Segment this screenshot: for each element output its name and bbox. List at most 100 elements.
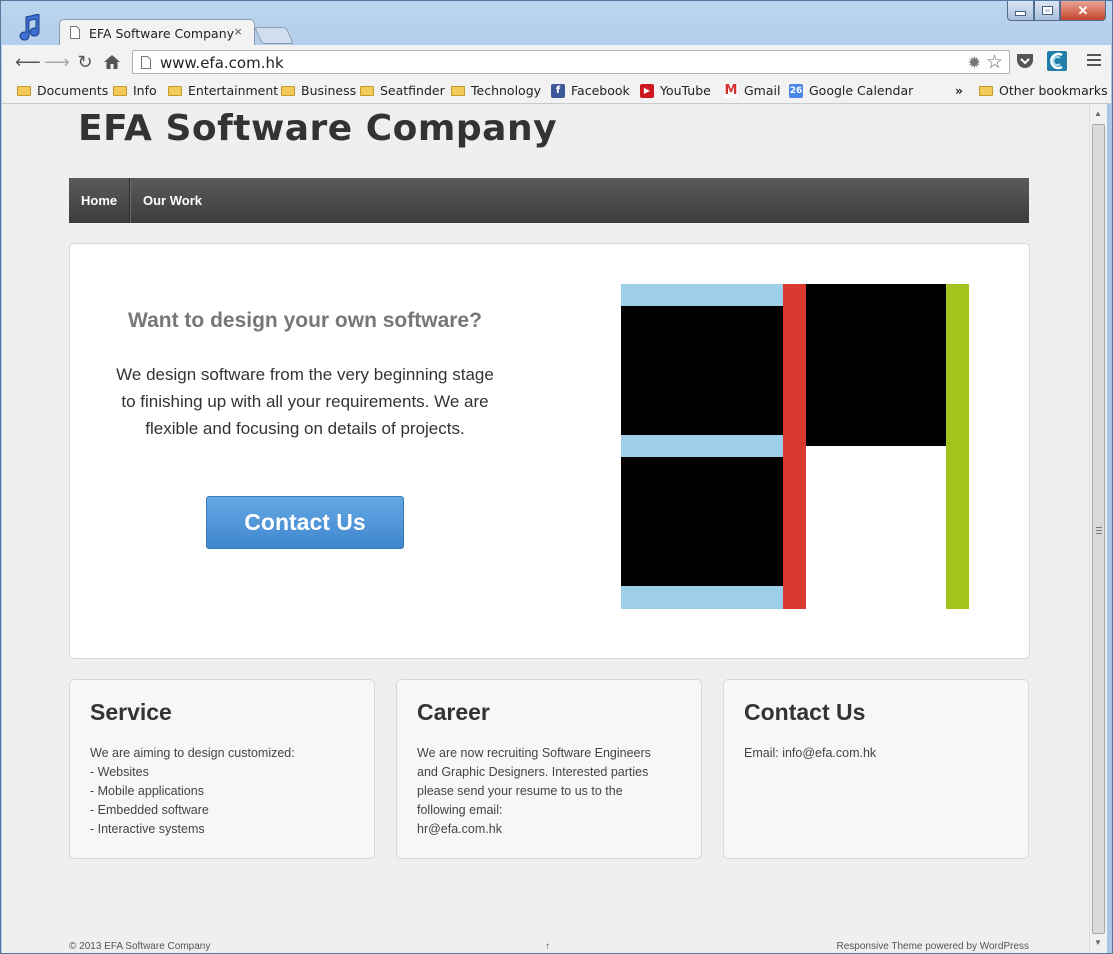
- folder-icon: [17, 85, 31, 96]
- reload-icon[interactable]: ↻: [74, 52, 96, 72]
- back-arrow-icon[interactable]: ⟵: [15, 52, 41, 72]
- bookmarks-bar: Documents Info Entertainment Business Se…: [2, 79, 1111, 104]
- card-line: following email:: [417, 803, 503, 817]
- bookmark-business[interactable]: Business: [281, 83, 356, 98]
- bookmark-info[interactable]: Info: [113, 83, 157, 98]
- card-title: Contact Us: [744, 699, 866, 725]
- folder-icon: [281, 85, 295, 96]
- scroll-down-icon[interactable]: ▼: [1094, 938, 1102, 947]
- footer-copyright: © 2013 EFA Software Company: [69, 941, 211, 952]
- grip-icon: [1096, 527, 1102, 536]
- card-line: - Mobile applications: [90, 784, 204, 798]
- graphic-blue-bar-middle: [621, 435, 783, 457]
- hero-section: Want to design your own software? We des…: [69, 243, 1030, 659]
- graphic-blue-bar-bottom: [621, 586, 783, 609]
- music-note-icon[interactable]: [17, 14, 43, 42]
- hero-graphic: [621, 284, 969, 609]
- menu-icon[interactable]: [1087, 54, 1101, 69]
- career-card: Career We are now recruiting Software En…: [396, 679, 702, 859]
- minimize-icon: [1015, 11, 1026, 16]
- graphic-red-bar: [783, 284, 806, 609]
- card-line: and Graphic Designers. Interested partie…: [417, 765, 649, 779]
- pocket-icon[interactable]: [1015, 51, 1035, 71]
- scroll-up-icon[interactable]: ▲: [1094, 109, 1102, 118]
- contact-email-link[interactable]: Email: info@efa.com.hk: [744, 744, 1014, 763]
- back-to-top-link[interactable]: ↑: [545, 941, 550, 952]
- facebook-icon: f: [551, 83, 565, 98]
- tab-close-icon[interactable]: ×: [234, 24, 242, 39]
- graphic-black-block-bottom: [621, 457, 783, 586]
- page-icon: [141, 56, 151, 69]
- graphic-black-block-top: [621, 306, 783, 435]
- maximize-icon: [1041, 6, 1053, 15]
- nav-item-home[interactable]: Home: [69, 178, 131, 223]
- maximize-button[interactable]: [1034, 1, 1060, 21]
- minimize-button[interactable]: [1007, 1, 1034, 21]
- forward-arrow-icon[interactable]: ⟶: [44, 52, 70, 72]
- scroll-thumb[interactable]: [1092, 124, 1105, 934]
- bookmark-documents[interactable]: Documents: [17, 83, 108, 98]
- graphic-green-bar: [946, 284, 969, 609]
- bookmark-label: Facebook: [571, 83, 630, 98]
- bookmark-label: Seatfinder: [380, 83, 445, 98]
- bookmarks-overflow-button[interactable]: »: [955, 83, 963, 98]
- service-card: Service We are aiming to design customiz…: [69, 679, 375, 859]
- folder-icon: [360, 85, 374, 96]
- bookmark-label: Entertainment: [188, 83, 279, 98]
- nav-item-our-work[interactable]: Our Work: [130, 178, 214, 223]
- bookmark-label: Info: [133, 83, 157, 98]
- card-body: Email: info@efa.com.hk: [744, 744, 1014, 763]
- folder-icon: [979, 85, 993, 96]
- page-viewport: EFA Software Company Home Our Work Want …: [2, 104, 1089, 953]
- bookmark-label: Google Calendar: [809, 83, 914, 98]
- calendar-icon: 26: [789, 83, 803, 98]
- folder-icon: [113, 85, 127, 96]
- close-icon: ✕: [1077, 2, 1089, 18]
- bookmark-label: Technology: [471, 83, 542, 98]
- bookmark-youtube[interactable]: ▶ YouTube: [640, 83, 711, 98]
- site-title[interactable]: EFA Software Company: [78, 108, 557, 149]
- card-body: We are now recruiting Software Engineers…: [417, 744, 687, 839]
- folder-icon: [168, 85, 182, 96]
- career-email-link[interactable]: hr@efa.com.hk: [417, 820, 687, 839]
- bookmark-google-calendar[interactable]: 26 Google Calendar: [789, 83, 913, 98]
- card-line: - Embedded software: [90, 803, 209, 817]
- window-controls: ✕: [1007, 1, 1106, 21]
- extension-icon[interactable]: [1047, 51, 1067, 71]
- contact-us-button[interactable]: Contact Us: [206, 496, 404, 549]
- bookmark-star-icon[interactable]: ☆: [986, 51, 1003, 74]
- vertical-scrollbar[interactable]: ▲ ▼: [1089, 104, 1107, 953]
- main-navigation: Home Our Work: [69, 178, 1029, 223]
- address-bar[interactable]: www.efa.com.hk ✹ ☆: [132, 50, 1010, 74]
- browser-toolbar: ⟵ ⟶ ↻ www.efa.com.hk ✹ ☆: [2, 45, 1111, 79]
- bookmark-gmail[interactable]: M Gmail: [724, 83, 780, 98]
- footer-credit-link[interactable]: Responsive Theme powered by WordPress: [837, 941, 1030, 952]
- hero-text: We design software from the very beginni…: [116, 365, 494, 438]
- tab-title: EFA Software Company: [89, 26, 235, 41]
- card-line: We are aiming to design customized:: [90, 746, 295, 760]
- bookmark-label: Business: [301, 83, 357, 98]
- hero-heading: Want to design your own software?: [128, 309, 482, 332]
- card-line: - Websites: [90, 765, 149, 779]
- page-icon: [70, 26, 80, 39]
- new-tab-button[interactable]: [254, 27, 294, 44]
- bookmark-seatfinder[interactable]: Seatfinder: [360, 83, 445, 98]
- close-window-button[interactable]: ✕: [1060, 1, 1106, 21]
- youtube-icon: ▶: [640, 83, 654, 98]
- graphic-black-block-right: [806, 284, 946, 446]
- bookmark-facebook[interactable]: f Facebook: [551, 83, 630, 98]
- url-text[interactable]: www.efa.com.hk: [160, 54, 284, 72]
- settings-gear-icon[interactable]: ✹: [968, 53, 981, 73]
- bookmark-entertainment[interactable]: Entertainment: [168, 83, 278, 98]
- bookmark-technology[interactable]: Technology: [451, 83, 541, 98]
- card-line: We are now recruiting Software Engineers: [417, 746, 651, 760]
- folder-icon: [451, 85, 465, 96]
- other-bookmarks[interactable]: Other bookmarks: [979, 83, 1108, 98]
- card-title: Career: [417, 699, 490, 725]
- bookmark-label: Other bookmarks: [999, 83, 1108, 98]
- browser-tab[interactable]: EFA Software Company ×: [59, 19, 255, 45]
- card-line: please send your resume to us to the: [417, 784, 623, 798]
- bookmark-label: YouTube: [660, 83, 711, 98]
- card-body: We are aiming to design customized: - We…: [90, 744, 360, 839]
- home-icon[interactable]: [103, 54, 121, 70]
